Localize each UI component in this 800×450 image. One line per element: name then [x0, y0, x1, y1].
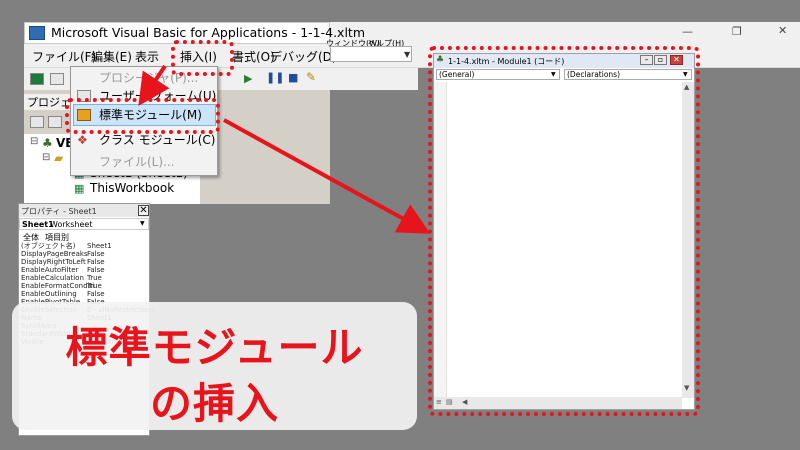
- caption-line-2: の挿入: [149, 379, 279, 428]
- arrow-insert-to-module: [138, 64, 170, 106]
- arrow-module-to-code: [223, 118, 431, 234]
- caption-line-1: 標準モジュール: [65, 323, 364, 372]
- caption-box: 標準モジュール の挿入: [12, 302, 417, 430]
